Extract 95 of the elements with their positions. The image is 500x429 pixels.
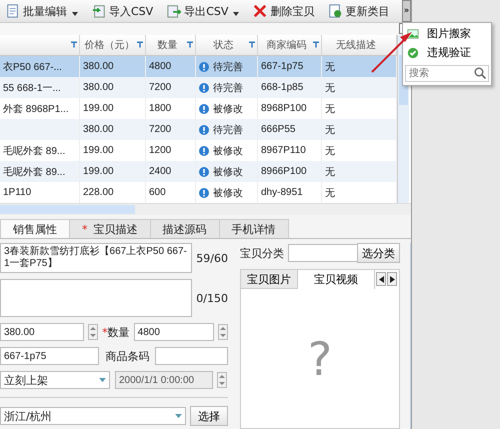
search-icon[interactable]	[474, 67, 486, 79]
tab[interactable]: 手机详情	[218, 219, 288, 238]
quantity-field[interactable]: 4800	[134, 323, 214, 341]
toolbar-button[interactable]: 导入CSV	[90, 4, 156, 18]
right-arrow-icon	[390, 276, 394, 282]
toolbar-button[interactable]: 删除宝贝	[251, 4, 316, 18]
filter-icon[interactable]	[187, 41, 193, 48]
filter-icon[interactable]	[137, 41, 143, 48]
character-counter: 59/60	[196, 252, 228, 264]
title-field[interactable]: 3春装新款雪纺打底衫【667上衣P50 667-1一套P75】	[0, 243, 192, 273]
spinner-control[interactable]	[217, 372, 227, 388]
table-cell: 无	[322, 77, 397, 98]
toolbar-button[interactable]: 更新类目	[326, 4, 392, 18]
table-cell: 无	[322, 161, 397, 182]
toolbar-button[interactable]: 导出CSV	[165, 4, 242, 18]
category-field[interactable]	[288, 244, 358, 262]
table-cell: 毛呢外套 89...	[0, 140, 80, 161]
delete-icon	[253, 4, 268, 18]
dropdown-arrow-icon[interactable]	[233, 12, 240, 16]
table-cell: dhy-8951	[258, 182, 322, 203]
info-icon	[199, 124, 209, 134]
column-header[interactable]: 无线描述	[322, 35, 397, 56]
status-text: 被修改	[213, 102, 243, 116]
status-text: 待完善	[213, 82, 243, 94]
table-cell: 7200	[146, 77, 196, 98]
tab[interactable]: 销售属性	[0, 219, 70, 238]
listing-dropdown[interactable]: 立刻上架	[0, 371, 110, 389]
info-icon	[199, 62, 209, 72]
table-cell: 2400	[146, 161, 196, 182]
info-icon	[199, 166, 209, 176]
table-cell: 8968P100	[258, 98, 322, 119]
scroll-left-button[interactable]	[376, 272, 386, 286]
character-counter: 0/150	[196, 292, 228, 304]
menu-item[interactable]: 违规验证	[405, 44, 489, 61]
table-cell: 无	[322, 119, 397, 140]
barcode-field[interactable]	[155, 347, 228, 365]
table-cell: 380.00	[80, 77, 146, 98]
table-cell: 55 668-1一...	[0, 77, 80, 98]
filter-icon[interactable]	[249, 41, 255, 48]
location-dropdown[interactable]: 浙江/杭州	[0, 407, 186, 425]
status-text: 被修改	[213, 144, 243, 158]
vertical-scrollbar[interactable]	[410, 243, 411, 429]
field-label: 宝贝分类	[240, 246, 284, 260]
tab[interactable]: * 宝贝描述	[69, 219, 150, 238]
table-cell: 666P55	[258, 119, 322, 140]
price-field[interactable]: 380.00	[0, 323, 84, 341]
column-header[interactable]: 商家编码	[258, 35, 322, 56]
column-header[interactable]: 状态	[196, 35, 258, 56]
select-category-button[interactable]: 选分类	[357, 243, 400, 263]
import-icon	[92, 4, 106, 18]
question-mark: ?	[308, 332, 332, 386]
table-cell: 380.00	[80, 119, 146, 140]
tab[interactable]: 描述源码	[150, 219, 220, 238]
table-cell: 668-1p85	[258, 77, 322, 98]
table-cell: 4800	[146, 56, 196, 77]
toolbar-button[interactable]: 批量编辑	[4, 4, 80, 18]
table-cell: 无	[322, 56, 397, 77]
select-button[interactable]: 选择	[190, 406, 228, 426]
horizontal-scrollbar[interactable]	[0, 203, 411, 215]
status-text: 待完善	[213, 60, 243, 74]
description-field[interactable]	[0, 279, 192, 317]
table-cell: 衣P50 667-...	[0, 56, 80, 77]
edit-icon	[6, 4, 20, 18]
left-arrow-icon	[378, 276, 384, 282]
filter-icon[interactable]	[71, 41, 77, 48]
spinner-control[interactable]	[88, 324, 98, 340]
tab[interactable]: 宝贝图片	[241, 270, 298, 289]
scroll-right-button[interactable]	[387, 272, 397, 286]
export-icon	[167, 4, 182, 18]
info-icon	[199, 82, 209, 92]
check-icon	[407, 46, 419, 58]
field-label: *数量	[102, 324, 130, 340]
column-header[interactable]: 价格（元）	[80, 35, 146, 56]
column-header[interactable]: 数量	[146, 35, 196, 56]
status-text: 被修改	[213, 186, 243, 200]
table-cell: 外套 8968P1...	[0, 98, 80, 119]
dropdown-arrow-icon[interactable]	[72, 12, 78, 16]
info-icon	[199, 146, 209, 156]
info-icon	[199, 104, 209, 114]
overflow-button[interactable]: »	[402, 0, 411, 22]
search-field[interactable]: 搜索	[405, 65, 489, 82]
filter-icon[interactable]	[313, 41, 319, 48]
spinner-control[interactable]	[218, 324, 228, 340]
table-cell: 380.00	[80, 56, 146, 77]
info-icon	[199, 188, 209, 198]
status-text: 待完善	[213, 124, 243, 136]
table-cell: 毛呢外套 89...	[0, 161, 80, 182]
table-cell: 8967P110	[258, 140, 322, 161]
code-field[interactable]: 667-1p75	[0, 347, 100, 365]
table-cell: 199.00	[80, 161, 146, 182]
field-label: 商品条码	[105, 348, 150, 364]
table-cell: 667-1p75	[258, 56, 322, 77]
table-cell: 8966P100	[258, 161, 322, 182]
table-cell: 7200	[146, 119, 196, 140]
status-text: 被修改	[213, 166, 243, 178]
